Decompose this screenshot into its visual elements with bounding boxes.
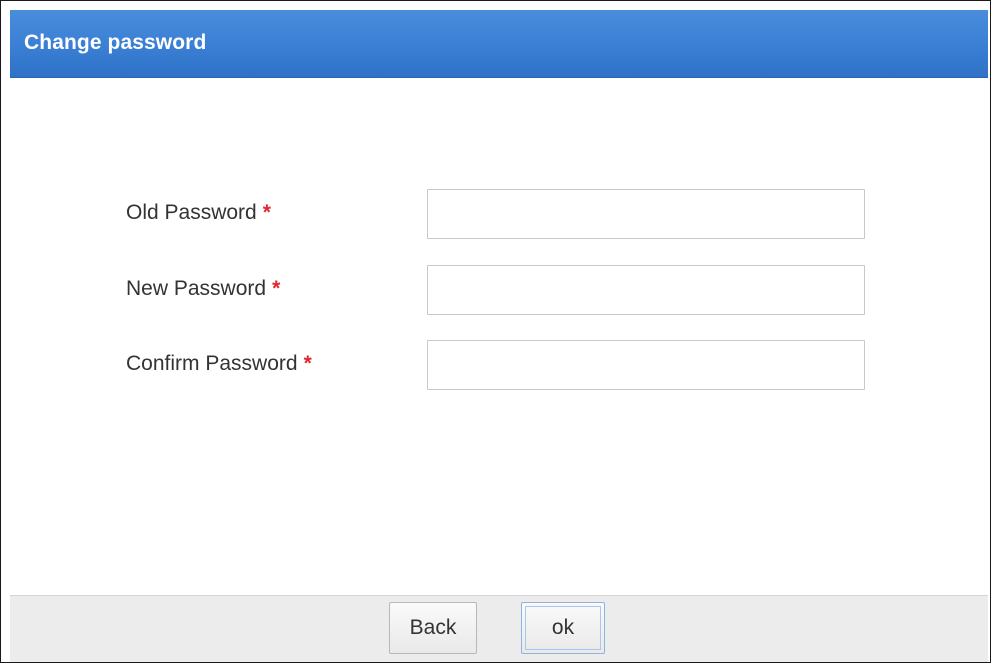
confirm-password-input[interactable] xyxy=(427,340,865,390)
new-password-input[interactable] xyxy=(427,265,865,315)
required-asterisk: * xyxy=(303,352,312,375)
confirm-password-label-text: Confirm Password xyxy=(126,352,298,375)
new-password-label-text: New Password xyxy=(126,277,267,300)
old-password-label: Old Password * xyxy=(126,201,271,225)
old-password-row: Old Password * xyxy=(10,189,988,243)
confirm-password-label: Confirm Password * xyxy=(126,352,312,376)
back-button[interactable]: Back xyxy=(389,602,477,654)
required-asterisk: * xyxy=(272,277,281,300)
confirm-password-row: Confirm Password * xyxy=(10,340,988,394)
new-password-row: New Password * xyxy=(10,265,988,319)
dialog-footer: Back ok xyxy=(10,595,988,662)
dialog-title: Change password xyxy=(24,31,207,54)
new-password-label: New Password * xyxy=(126,277,280,301)
dialog-title-bar: Change password xyxy=(10,10,988,78)
required-asterisk: * xyxy=(262,201,271,224)
old-password-label-text: Old Password xyxy=(126,201,257,224)
ok-button[interactable]: ok xyxy=(521,602,605,654)
dialog-body: Old Password * New Password * Confirm Pass… xyxy=(10,78,988,596)
change-password-dialog: Change password Old Password * New Passwo… xyxy=(0,0,991,663)
old-password-input[interactable] xyxy=(427,189,865,239)
